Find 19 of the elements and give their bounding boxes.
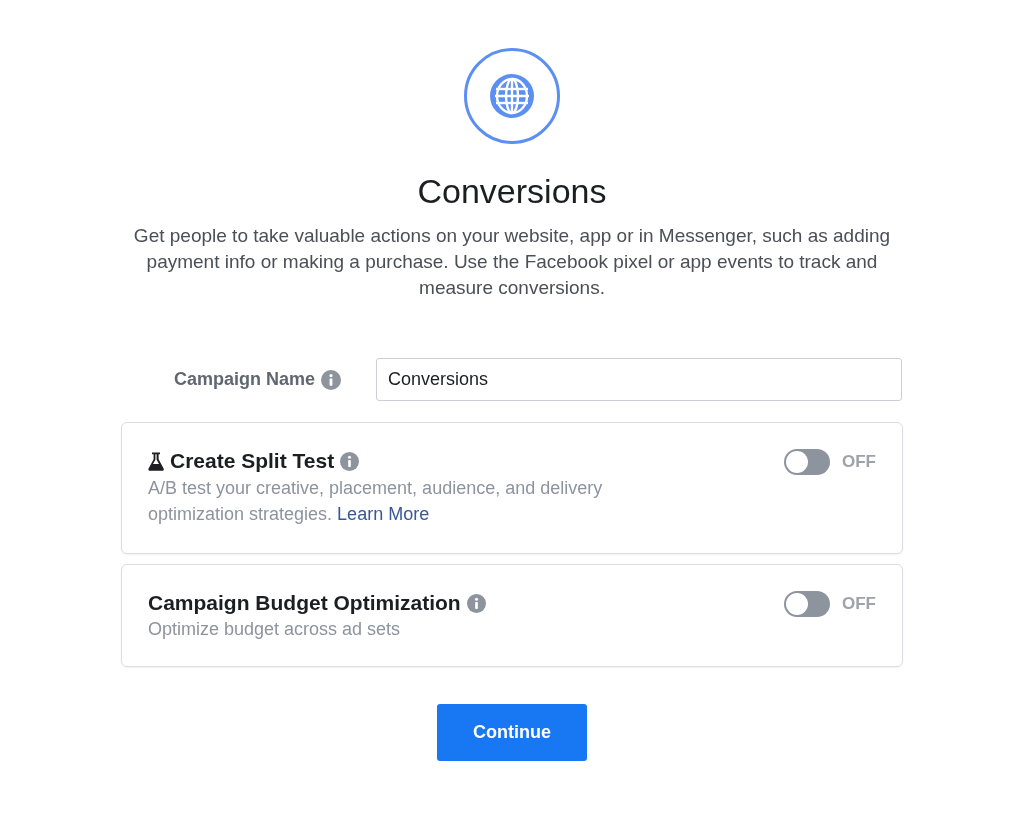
option-description: A/B test your creative, placement, audience, and delivery optimization strategies. Learn More — [148, 477, 604, 526]
toggle-status: OFF — [842, 451, 876, 473]
campaign-name-field[interactable]: Conversions — [376, 358, 902, 401]
option-title: Create Split Test — [170, 449, 335, 473]
page-title: Conversions — [417, 172, 607, 211]
toggle-switch[interactable] — [784, 591, 830, 617]
learn-more-link[interactable]: Learn More — [337, 504, 430, 524]
info-icon[interactable] — [340, 451, 360, 471]
continue-button[interactable]: Continue — [437, 704, 587, 761]
campaign-name-label: Campaign Name — [174, 369, 316, 390]
option-title: Campaign Budget Optimization — [148, 591, 461, 615]
globe-icon — [488, 72, 536, 120]
toggle-status: OFF — [842, 593, 876, 615]
page-description: Get people to take valuable actions on your website, app or in Messenger, such as adding payment info or making a purchase. Use the Facebook pixel or app events to track and measure conversions. — [132, 224, 892, 300]
option-description: Optimize budget across ad sets — [148, 619, 402, 640]
info-icon[interactable] — [321, 369, 342, 390]
toggle-switch[interactable] — [784, 449, 830, 475]
info-icon[interactable] — [466, 593, 486, 613]
flask-icon — [148, 451, 164, 471]
